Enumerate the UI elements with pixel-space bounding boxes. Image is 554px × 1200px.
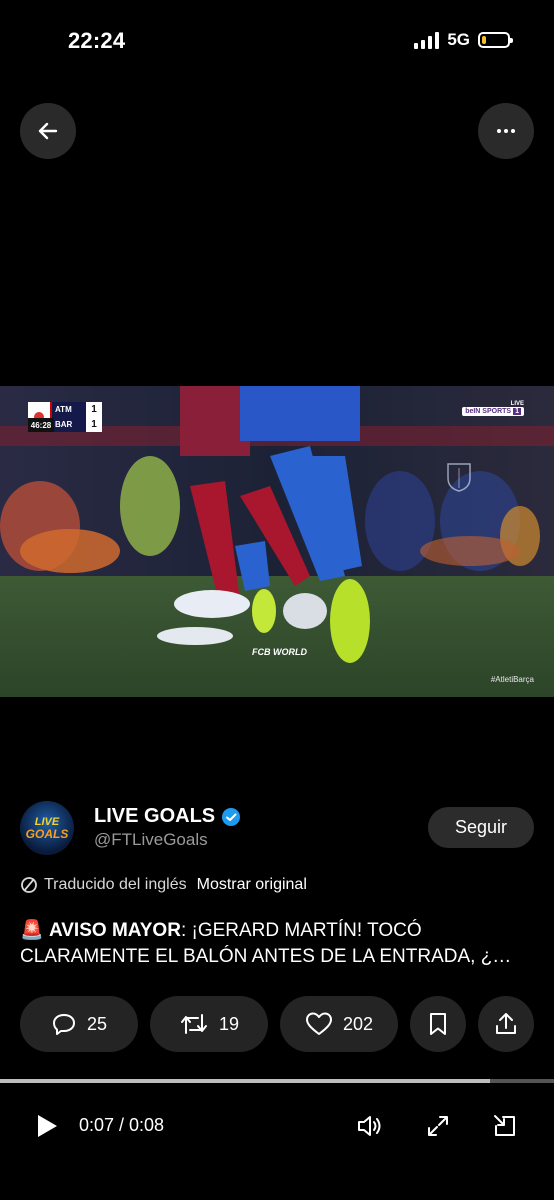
translate-icon: [21, 877, 37, 893]
display-name: LIVE GOALS: [94, 805, 216, 827]
video-hashtag: #AtletiBarça: [490, 675, 534, 684]
back-arrow-icon: [38, 122, 58, 140]
reply-button[interactable]: 25: [20, 996, 138, 1052]
avatar-text-line1: LIVE: [34, 815, 60, 828]
team2-score: 1: [86, 417, 102, 432]
translation-row: Traducido del inglés Mostrar original: [20, 876, 307, 894]
tweet-text-line2: CLARAMENTE EL BALÓN ANTES DE LA ENTRADA,…: [20, 946, 512, 967]
status-indicators: 5G: [414, 30, 513, 50]
bookmark-button[interactable]: [410, 996, 466, 1052]
broadcaster-channel: 1: [513, 408, 521, 415]
status-time: 22:24: [68, 28, 126, 53]
author-name-row[interactable]: LIVE GOALS: [94, 805, 241, 828]
tweet-text-line1: : ¡GERARD MARTÍN! TOCÓ: [180, 920, 422, 941]
video-progress-fill: [0, 1079, 491, 1083]
tweet-text: 🚨 AVISO MAYOR: ¡GERARD MARTÍN! TOCÓ CLAR…: [20, 918, 540, 970]
like-icon: [305, 1012, 332, 1035]
like-button[interactable]: 202: [280, 996, 398, 1052]
back-button[interactable]: [20, 103, 76, 159]
retweet-button[interactable]: 19: [150, 996, 268, 1052]
minimize-button[interactable]: [490, 1111, 520, 1141]
video-progress-bar[interactable]: [0, 1079, 554, 1083]
bookmark-icon: [430, 1013, 446, 1035]
minimize-icon: [494, 1115, 515, 1136]
translated-label: Traducido del inglés: [44, 876, 187, 893]
signal-icon: [414, 31, 440, 49]
follow-button[interactable]: Seguir: [428, 807, 534, 848]
alert-emoji: 🚨: [20, 920, 44, 941]
retweet-icon: [180, 1014, 207, 1034]
like-count: 202: [342, 1013, 374, 1034]
fullscreen-button[interactable]: [423, 1111, 453, 1141]
more-button[interactable]: [478, 103, 534, 159]
match-clock: 46:28: [28, 418, 54, 432]
scoreboard: 46:28 ATM 1 BAR 1: [28, 402, 102, 432]
team2-name: BAR: [52, 417, 86, 432]
more-icon: [497, 129, 515, 133]
fcb-crest-watermark: [447, 463, 471, 492]
battery-icon: [478, 32, 513, 48]
video-time: 0:07 / 0:08: [79, 1115, 165, 1135]
share-button[interactable]: [478, 996, 534, 1052]
broadcaster-logo: LIVE beIN SPORTS 1: [462, 401, 524, 416]
team1-name: ATM: [52, 402, 86, 417]
broadcaster-name: beIN SPORTS: [465, 408, 512, 415]
retweet-count: 19: [218, 1013, 240, 1034]
show-original-link[interactable]: Mostrar original: [197, 876, 307, 894]
volume-icon: [358, 1116, 381, 1136]
share-icon: [496, 1013, 516, 1034]
network-type: 5G: [447, 30, 470, 49]
avatar-text-line2: GOALS: [25, 826, 69, 841]
handle[interactable]: @FTLiveGoals: [94, 830, 208, 850]
play-button[interactable]: [34, 1112, 60, 1145]
league-logo: 46:28: [28, 402, 54, 432]
team1-score: 1: [86, 402, 102, 417]
volume-button[interactable]: [355, 1111, 385, 1141]
reply-icon: [52, 1014, 75, 1035]
tweet-text-bold: AVISO MAYOR: [48, 920, 181, 941]
avatar[interactable]: LIVE GOALS: [20, 801, 74, 855]
verified-badge-icon: [222, 807, 241, 826]
video-watermark: FCB WORLD: [252, 647, 307, 657]
reply-count: 25: [86, 1013, 108, 1034]
play-icon: [38, 1115, 57, 1137]
expand-icon: [428, 1116, 448, 1136]
